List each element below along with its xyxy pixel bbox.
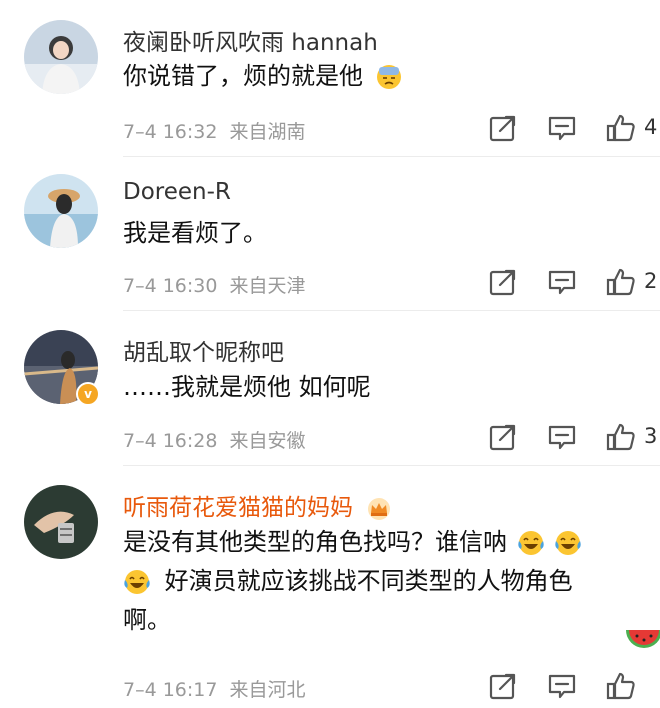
share-icon[interactable] bbox=[488, 113, 518, 143]
comment-text-content: 我是看烦了。 bbox=[123, 219, 267, 247]
timestamp: 7–4 16:32 bbox=[123, 121, 218, 143]
comment-text-content: ……我就是烦他 如何呢 bbox=[123, 373, 371, 401]
location: 来自河北 bbox=[229, 679, 306, 701]
location: 来自湖南 bbox=[229, 121, 306, 143]
divider bbox=[123, 156, 660, 157]
location: 来自天津 bbox=[229, 275, 306, 297]
comment-text-content: 你说错了，烦的就是他 bbox=[123, 62, 363, 90]
comment-meta: 7–4 16:30 来自天津 bbox=[123, 271, 306, 298]
comment-icon[interactable] bbox=[547, 422, 577, 452]
comment-text-content: 是没有其他类型的角色找吗？谁信呐 bbox=[123, 528, 507, 556]
comment-meta: 7–4 16:32 来自湖南 bbox=[123, 117, 306, 144]
username[interactable]: 胡乱取个昵称吧 bbox=[123, 333, 284, 367]
comment-actions: 3 bbox=[486, 422, 660, 452]
crying-laughing-emoji-icon bbox=[554, 529, 582, 557]
comment-icon[interactable] bbox=[547, 113, 577, 143]
comment-meta: 7–4 16:28 来自安徽 bbox=[123, 426, 306, 453]
share-icon[interactable] bbox=[488, 671, 518, 701]
username[interactable]: Doreen-R bbox=[123, 179, 231, 205]
crying-laughing-emoji-icon bbox=[517, 529, 545, 557]
comment-text-line: 啊。 bbox=[123, 601, 171, 639]
share-icon[interactable] bbox=[488, 267, 518, 297]
comment-actions: 2 bbox=[486, 267, 660, 297]
like-icon[interactable] bbox=[606, 671, 636, 701]
username[interactable]: 听雨荷花爱猫猫的妈妈 bbox=[123, 488, 392, 522]
like-icon[interactable] bbox=[606, 113, 636, 143]
comment-text-content: 好演员就应该挑战不同类型的人物角色 bbox=[164, 567, 573, 595]
location: 来自安徽 bbox=[229, 430, 306, 452]
avatar[interactable] bbox=[24, 20, 98, 94]
avatar[interactable] bbox=[24, 485, 98, 559]
comment-text-content: 啊。 bbox=[123, 606, 171, 634]
crying-laughing-emoji-icon bbox=[123, 568, 151, 596]
comment-actions: 4 bbox=[486, 113, 660, 143]
comment-icon[interactable] bbox=[547, 671, 577, 701]
like-count: 3 bbox=[644, 424, 658, 448]
comment-text-line: 是没有其他类型的角色找吗？谁信呐 bbox=[123, 523, 582, 561]
verified-badge-icon: v bbox=[76, 382, 100, 406]
divider bbox=[123, 310, 660, 311]
username[interactable]: 夜阑卧听风吹雨 hannah bbox=[123, 23, 378, 57]
username-text: 听雨荷花爱猫猫的妈妈 bbox=[123, 495, 353, 521]
like-icon[interactable] bbox=[606, 267, 636, 297]
cold-sweat-emoji-icon bbox=[376, 65, 401, 89]
like-count: 2 bbox=[644, 269, 658, 293]
avatar[interactable] bbox=[24, 174, 98, 248]
comment-meta: 7–4 16:17 来自河北 bbox=[123, 675, 306, 702]
timestamp: 7–4 16:30 bbox=[123, 275, 218, 297]
timestamp: 7–4 16:17 bbox=[123, 679, 218, 701]
watermelon-icon bbox=[626, 630, 660, 648]
crown-icon bbox=[368, 497, 391, 520]
share-icon[interactable] bbox=[488, 422, 518, 452]
comment-actions bbox=[486, 671, 660, 701]
timestamp: 7–4 16:28 bbox=[123, 430, 218, 452]
comment-text-line: 好演员就应该挑战不同类型的人物角色 bbox=[123, 562, 573, 600]
comment-text: 你说错了，烦的就是他 bbox=[123, 57, 403, 95]
like-count: 4 bbox=[644, 115, 658, 139]
divider bbox=[123, 465, 660, 466]
comment-icon[interactable] bbox=[547, 267, 577, 297]
comment-text: ……我就是烦他 如何呢 bbox=[123, 368, 371, 406]
comment-text: 我是看烦了。 bbox=[123, 214, 267, 252]
like-icon[interactable] bbox=[606, 422, 636, 452]
